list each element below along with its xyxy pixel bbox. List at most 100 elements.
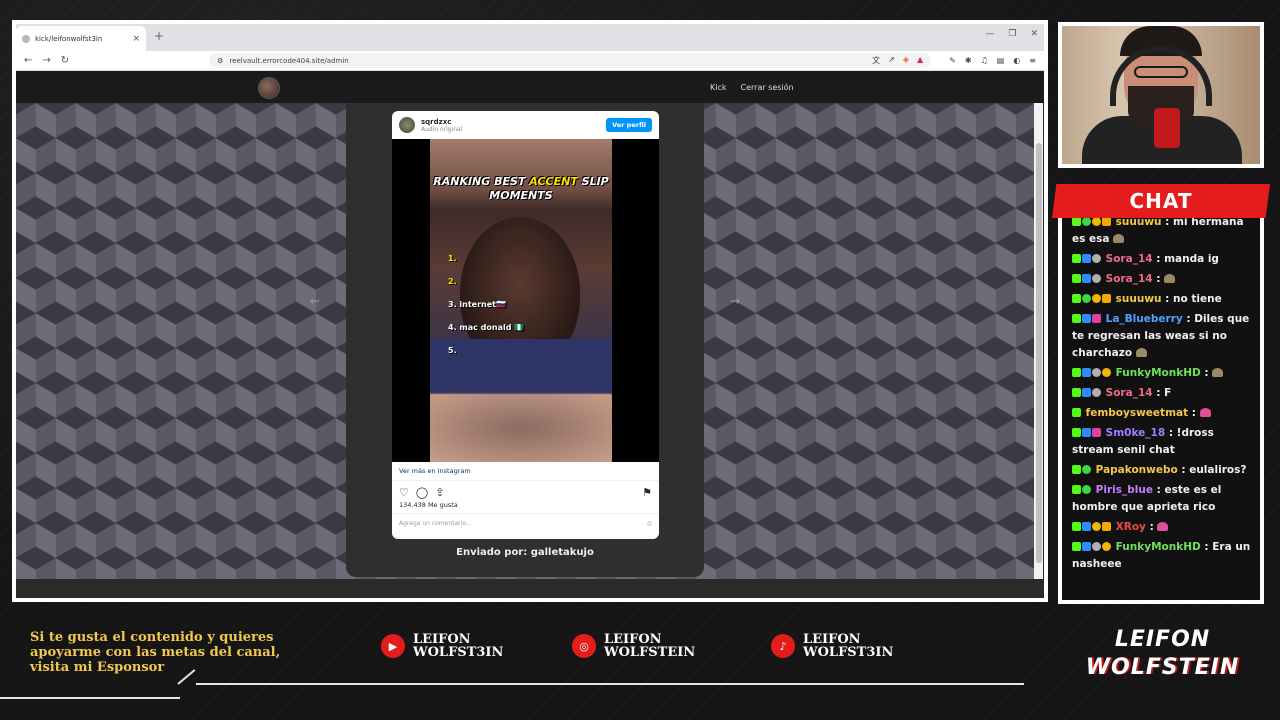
reel-video[interactable]: RANKING BEST ACCENT SLIP MOMENTS 1. 2. 3… bbox=[430, 139, 612, 462]
previous-arrow-icon[interactable]: ← bbox=[306, 292, 324, 310]
chat-username: Sora_14 bbox=[1105, 387, 1153, 399]
address-bar[interactable]: ⚙ reelvault.errorcode404.site/admin 文 ↗ … bbox=[209, 53, 932, 68]
chat-message: Sora_14 : F bbox=[1072, 385, 1254, 402]
emote-icon bbox=[1113, 234, 1125, 243]
site-nav: Kick Cerrar sesión bbox=[710, 83, 794, 92]
ig-avatar[interactable] bbox=[399, 117, 415, 133]
chat-username: Sora_14 bbox=[1105, 273, 1153, 285]
like-icon[interactable]: ♡ bbox=[399, 486, 409, 499]
window-controls: — ❐ ✕ bbox=[985, 29, 1038, 39]
site-logo[interactable] bbox=[258, 77, 280, 99]
comment-icon[interactable]: ◯ bbox=[416, 486, 428, 499]
new-tab-button[interactable]: + bbox=[154, 29, 164, 43]
like-count: 134.438 Me gusta bbox=[392, 501, 659, 514]
chat-message: Piris_blue : este es el hombre que aprie… bbox=[1072, 482, 1254, 516]
comment-input[interactable]: Agrega un comentario... ◎ bbox=[392, 514, 659, 533]
ig-actions: ♡ ◯ ⇪ ⚑ bbox=[392, 481, 659, 501]
bookmark-icon[interactable]: ⚑ bbox=[642, 486, 652, 499]
menu-icon[interactable]: ≡ bbox=[1029, 56, 1036, 65]
tiktok-social: ♪ LEIFON WOLFST3IN bbox=[771, 633, 893, 659]
ig-audio-label: Audio original bbox=[421, 125, 463, 133]
emote-icon bbox=[1199, 408, 1211, 417]
emote-icon bbox=[1212, 368, 1224, 377]
extension-pin-icon[interactable]: ✎ bbox=[949, 56, 956, 65]
scrollbar-thumb[interactable] bbox=[1036, 143, 1042, 563]
instagram-icon: ◎ bbox=[572, 634, 596, 658]
chat-username: XRoy bbox=[1115, 521, 1146, 533]
chat-text: : F bbox=[1156, 387, 1172, 399]
video-caption-part1: RANKING BEST bbox=[433, 175, 530, 188]
ig-username[interactable]: sqrdzxc bbox=[421, 118, 600, 126]
sent-by-label: Enviado por: galletakujo bbox=[456, 547, 594, 558]
page-scrollbar[interactable] bbox=[1034, 103, 1043, 579]
youtube-social: ▶ LEIFON WOLFST3IN bbox=[381, 633, 503, 659]
nav-bar: ← → ↻ ⚙ reelvault.errorcode404.site/admi… bbox=[16, 51, 1044, 71]
chat-text: : bbox=[1204, 367, 1209, 379]
instagram-logo-icon[interactable]: ◎ bbox=[647, 520, 652, 527]
chat-message: FunkyMonkHD : bbox=[1072, 365, 1254, 382]
video-caption-accent: ACCENT bbox=[529, 175, 578, 188]
video-caption: RANKING BEST ACCENT SLIP MOMENTS bbox=[430, 175, 612, 203]
see-more-link[interactable]: Ver más en Instagram bbox=[392, 462, 659, 481]
reload-icon[interactable]: ↻ bbox=[61, 55, 69, 66]
video-caption-part3: MOMENTS bbox=[489, 189, 553, 202]
sidebar-icon[interactable]: ▤ bbox=[997, 56, 1005, 65]
chat-message: FunkyMonkHD : Era un nasheee bbox=[1072, 539, 1254, 573]
chat-panel: suuuwu : mi hermana es esa Sora_14 : man… bbox=[1058, 186, 1264, 604]
chat-list: suuuwu : mi hermana es esa Sora_14 : man… bbox=[1072, 214, 1254, 576]
minimize-icon[interactable]: — bbox=[985, 29, 994, 39]
webcam-feed bbox=[1062, 26, 1260, 164]
chat-message: Sora_14 : manda ig bbox=[1072, 251, 1254, 268]
next-arrow-icon[interactable]: → bbox=[726, 292, 744, 310]
site-header: Kick Cerrar sesión bbox=[16, 71, 1044, 107]
warning-icon[interactable]: ▲ bbox=[917, 55, 923, 66]
brave-shield-icon[interactable]: ◈ bbox=[903, 55, 909, 66]
extension-puzzle-icon[interactable]: ✱ bbox=[965, 56, 972, 65]
site-info-icon[interactable]: ⚙ bbox=[217, 57, 223, 65]
restore-icon[interactable]: ❐ bbox=[1008, 29, 1016, 39]
nav-logout-link[interactable]: Cerrar sesión bbox=[741, 83, 794, 92]
youtube-icon: ▶ bbox=[381, 634, 405, 658]
bottom-divider-left bbox=[0, 697, 180, 699]
chat-text: : no tiene bbox=[1165, 293, 1222, 305]
chat-username: Papakonwebo bbox=[1095, 464, 1178, 476]
url-icons: 文 ↗ ◈ ▲ bbox=[872, 55, 923, 66]
chat-message: La_Blueberry : Diles que te regresan las… bbox=[1072, 311, 1254, 362]
extension-media-icon[interactable]: ♫ bbox=[981, 56, 988, 65]
chat-username: FunkyMonkHD bbox=[1115, 367, 1201, 379]
back-icon[interactable]: ← bbox=[24, 55, 32, 66]
share-icon[interactable]: ⇪ bbox=[435, 486, 444, 499]
nav-kick-link[interactable]: Kick bbox=[710, 83, 727, 92]
chat-username: Sora_14 bbox=[1105, 253, 1153, 265]
browser-tab[interactable]: kick/leifonwolfst3in × bbox=[16, 26, 146, 51]
translate-icon[interactable]: 文 bbox=[872, 55, 880, 66]
wallet-icon[interactable]: ◐ bbox=[1013, 56, 1020, 65]
view-profile-button[interactable]: Ver perfil bbox=[606, 118, 652, 132]
webcam-frame bbox=[1058, 22, 1264, 168]
emote-icon bbox=[1135, 348, 1147, 357]
streamer-cup bbox=[1154, 108, 1180, 148]
chat-username: FunkyMonkHD bbox=[1115, 541, 1201, 553]
chat-message: Sora_14 : bbox=[1072, 271, 1254, 288]
tab-bar: kick/leifonwolfst3in × + — ❐ ✕ bbox=[16, 24, 1044, 51]
url-text: reelvault.errorcode404.site/admin bbox=[229, 56, 349, 65]
comment-placeholder: Agrega un comentario... bbox=[399, 520, 472, 527]
support-text: Si te gusta el contenido y quieres apoya… bbox=[30, 630, 281, 675]
forward-icon[interactable]: → bbox=[42, 55, 50, 66]
tiktok-handle: LEIFON WOLFST3IN bbox=[803, 632, 894, 660]
close-window-icon[interactable]: ✕ bbox=[1030, 29, 1038, 39]
emote-icon bbox=[1164, 274, 1176, 283]
share-icon[interactable]: ↗ bbox=[888, 55, 895, 66]
rank-item: 4. mac donald 🇳🇬 bbox=[448, 323, 525, 332]
instagram-social: ◎ LEIFON WOLFSTEIN bbox=[572, 633, 695, 659]
ig-media[interactable]: RANKING BEST ACCENT SLIP MOMENTS 1. 2. 3… bbox=[392, 139, 659, 462]
chat-text: : eulaliros? bbox=[1181, 464, 1247, 476]
tab-close-icon[interactable]: × bbox=[132, 34, 140, 44]
brand-logo-line1: LEIFON bbox=[1114, 627, 1211, 652]
rank-item: 2. bbox=[448, 277, 457, 286]
chat-username: Piris_blue bbox=[1095, 484, 1153, 496]
brand-logo-line2: WOLFSTEIN bbox=[1085, 655, 1240, 680]
extension-icons: ✎ ✱ ♫ ▤ ◐ ≡ bbox=[949, 56, 1036, 65]
favicon-icon bbox=[22, 34, 30, 43]
chat-message: suuuwu : mi hermana es esa bbox=[1072, 214, 1254, 248]
